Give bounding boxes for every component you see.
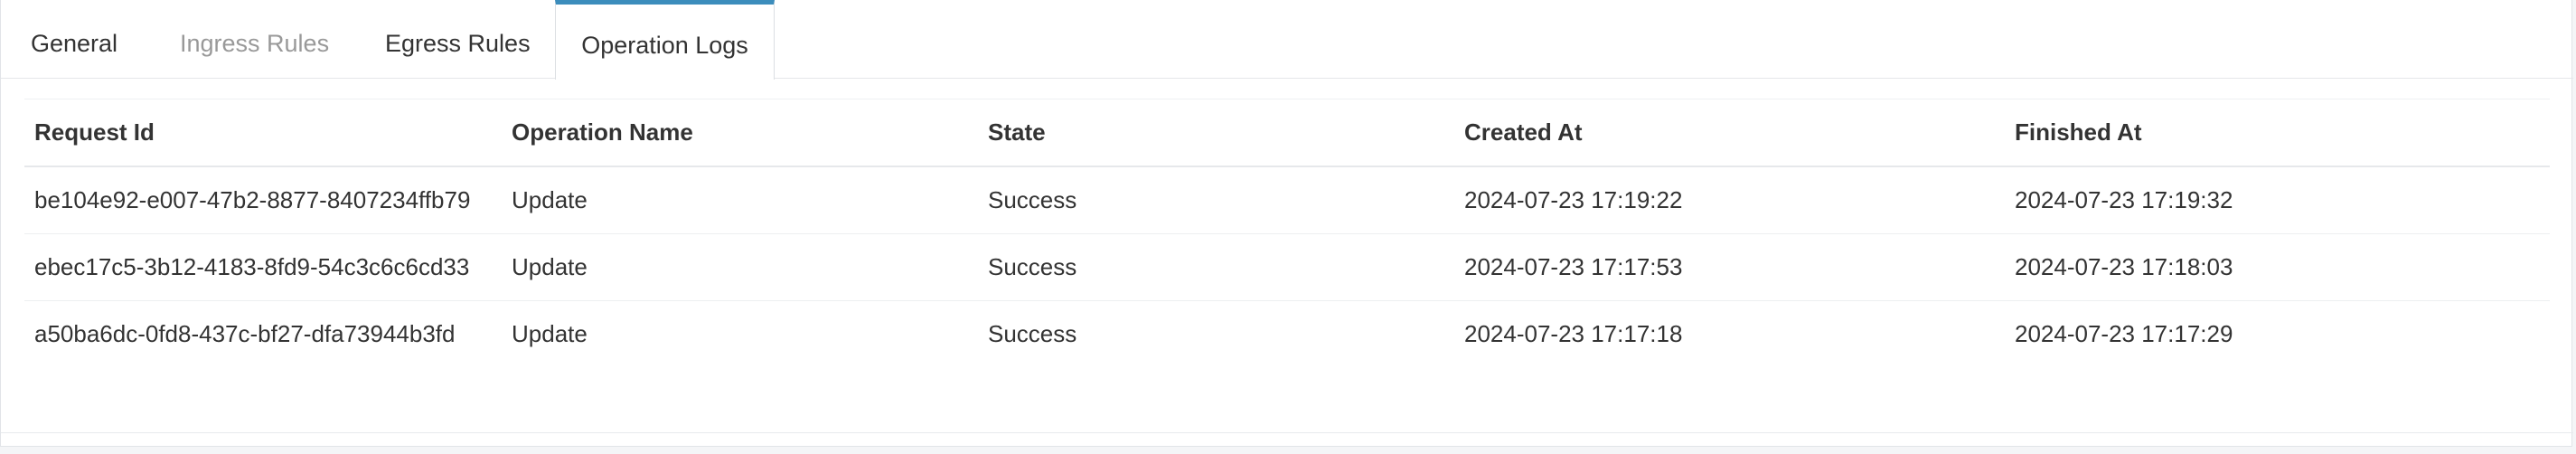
table-header-row: Request Id Operation Name State Created … xyxy=(24,99,2550,167)
finished-at-cell: 2024-07-23 17:18:03 xyxy=(2005,233,2550,301)
state-cell: Success xyxy=(978,166,1454,234)
operation-name-cell: Update xyxy=(502,300,978,368)
table-row[interactable]: ebec17c5-3b12-4183-8fd9-54c3c6c6cd33 Upd… xyxy=(24,233,2550,301)
resource-detail-panel: General Ingress Rules Egress Rules Opera… xyxy=(0,0,2573,447)
operation-name-cell: Update xyxy=(502,233,978,301)
created-at-cell: 2024-07-23 17:19:22 xyxy=(1454,166,2005,234)
column-header-state[interactable]: State xyxy=(978,99,1454,167)
request-id-cell: ebec17c5-3b12-4183-8fd9-54c3c6c6cd33 xyxy=(24,233,502,301)
tab-egress-rules[interactable]: Egress Rules xyxy=(385,0,531,79)
tab-ingress-rules[interactable]: Ingress Rules xyxy=(180,0,329,79)
column-header-request-id[interactable]: Request Id xyxy=(24,99,502,167)
table-row[interactable]: be104e92-e007-47b2-8877-8407234ffb79 Upd… xyxy=(24,166,2550,234)
request-id-cell: be104e92-e007-47b2-8877-8407234ffb79 xyxy=(24,166,502,234)
operation-name-cell: Update xyxy=(502,166,978,234)
operation-logs-table: Request Id Operation Name State Created … xyxy=(24,99,2550,368)
panel-bottom-divider xyxy=(1,432,2573,433)
table-row[interactable]: a50ba6dc-0fd8-437c-bf27-dfa73944b3fd Upd… xyxy=(24,300,2550,368)
state-cell: Success xyxy=(978,300,1454,368)
request-id-cell: a50ba6dc-0fd8-437c-bf27-dfa73944b3fd xyxy=(24,300,502,368)
tab-operation-logs[interactable]: Operation Logs xyxy=(555,0,775,80)
column-header-created-at[interactable]: Created At xyxy=(1454,99,2005,167)
scroll-clip-edge xyxy=(24,365,2550,400)
tab-bar: General Ingress Rules Egress Rules Opera… xyxy=(1,0,2573,80)
column-header-finished-at[interactable]: Finished At xyxy=(2005,99,2550,167)
column-header-operation-name[interactable]: Operation Name xyxy=(502,99,978,167)
created-at-cell: 2024-07-23 17:17:18 xyxy=(1454,300,2005,368)
tab-general[interactable]: General xyxy=(31,0,118,79)
finished-at-cell: 2024-07-23 17:19:32 xyxy=(2005,166,2550,234)
created-at-cell: 2024-07-23 17:17:53 xyxy=(1454,233,2005,301)
state-cell: Success xyxy=(978,233,1454,301)
finished-at-cell: 2024-07-23 17:17:29 xyxy=(2005,300,2550,368)
operation-logs-table-container[interactable]: Request Id Operation Name State Created … xyxy=(24,99,2550,400)
